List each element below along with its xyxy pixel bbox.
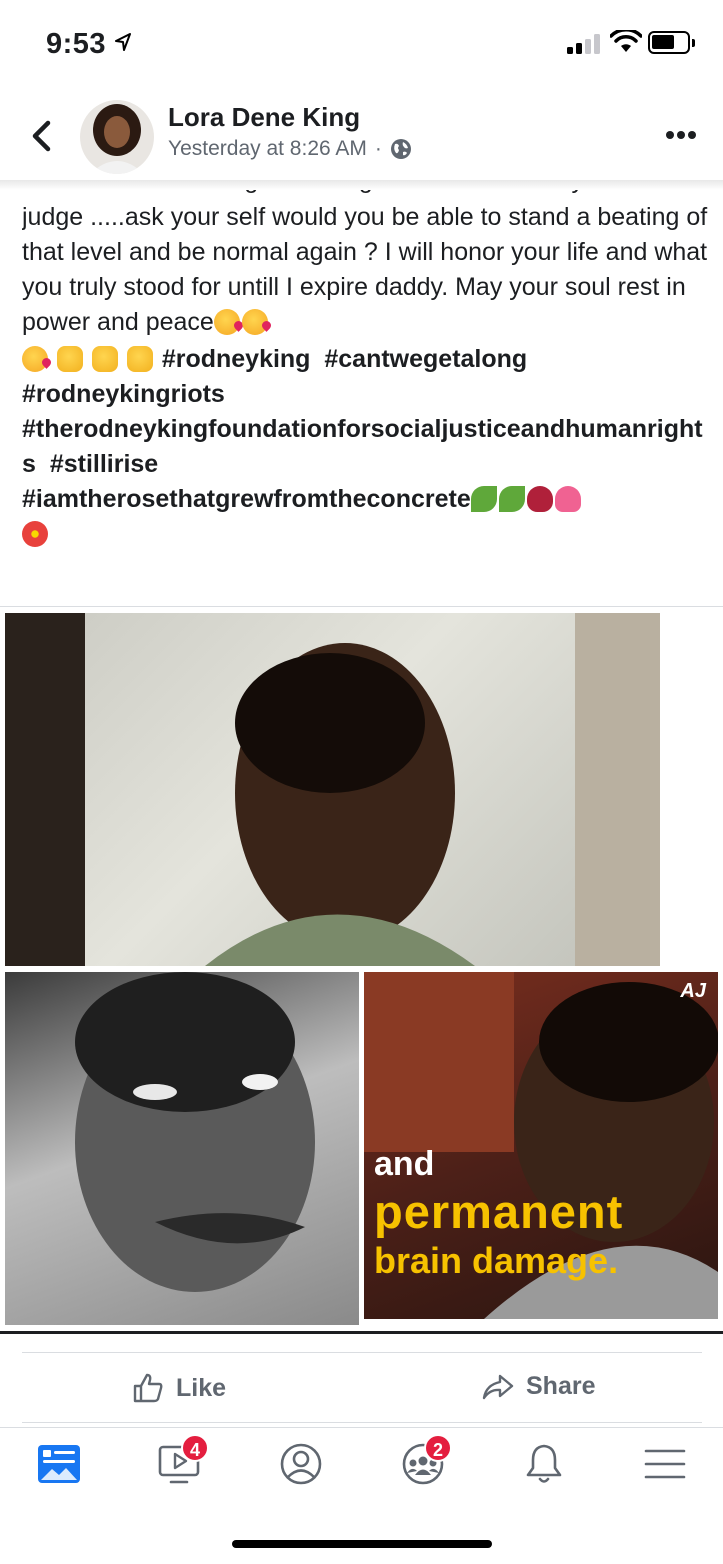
share-arrow-icon	[482, 1374, 514, 1399]
avatar[interactable]	[80, 100, 154, 174]
status-time: 9:53	[46, 28, 107, 60]
tab-notifications[interactable]	[521, 1442, 571, 1492]
raised-fist-emoji-icon	[91, 346, 118, 372]
header-shadow	[0, 180, 723, 190]
hashtag-link[interactable]: #rodneykingriots	[22, 380, 225, 408]
thumbs-up-icon	[133, 1373, 163, 1403]
kissing-face-emoji-icon	[241, 309, 268, 335]
post-header: Lora Dene King Yesterday at 8:26 AM ·	[0, 90, 723, 180]
tab-profile[interactable]	[278, 1442, 328, 1492]
seedling-emoji-icon	[498, 486, 525, 512]
wilted-rose-emoji-icon	[526, 486, 553, 512]
share-label: Share	[526, 1372, 596, 1400]
tulip-emoji-icon	[554, 486, 581, 512]
location-arrow-icon	[115, 33, 131, 51]
tab-news-feed[interactable]	[36, 1442, 86, 1492]
hashtag-link[interactable]: #rodneyking	[162, 345, 311, 373]
raised-fist-emoji-icon	[56, 346, 83, 372]
hashtag-line-3: #therodneykingfoundationforsocialjustice…	[22, 412, 712, 482]
tab-watch[interactable]: 4	[157, 1434, 209, 1492]
groups-badge: 2	[424, 1434, 452, 1462]
like-button[interactable]: Like	[132, 1372, 226, 1404]
back-chevron-icon[interactable]	[30, 120, 52, 152]
profile-icon	[280, 1443, 322, 1485]
news-feed-icon	[38, 1445, 80, 1483]
image-caption-and: and	[374, 1145, 435, 1183]
hibiscus-emoji-icon	[22, 521, 48, 547]
more-options-icon[interactable]	[665, 130, 697, 140]
hamburger-menu-icon	[644, 1449, 686, 1479]
image-caption-permanent: permanent	[374, 1185, 624, 1238]
bell-icon	[526, 1444, 562, 1483]
like-label: Like	[176, 1373, 227, 1402]
photo-top-drawing	[5, 613, 660, 966]
post-action-bar: Like Share	[0, 1350, 723, 1426]
post-photo-top[interactable]	[5, 613, 660, 966]
post-timestamp[interactable]: Yesterday at 8:26 AM ·	[168, 137, 412, 161]
raised-fist-emoji-icon	[126, 346, 153, 372]
hashtag-line-1: #rodneyking #cantwegetalong	[22, 342, 712, 377]
wifi-icon	[610, 30, 642, 52]
share-button[interactable]: Share	[482, 1372, 595, 1401]
hashtag-link[interactable]: #cantwegetalong	[324, 345, 527, 373]
post-paragraph: judge .....ask your self would you be ab…	[22, 200, 712, 340]
aj-logo: AJ	[680, 980, 706, 1002]
emoji-line	[22, 517, 712, 552]
cellular-signal-icon	[567, 34, 605, 54]
timestamp-text: Yesterday at 8:26 AM	[168, 137, 367, 160]
bottom-tab-bar: 4 2	[0, 1427, 723, 1507]
globe-icon	[390, 139, 411, 159]
tab-groups[interactable]: 2	[400, 1434, 452, 1492]
post-photo-bottom-right[interactable]: AJ and permanent brain damage.	[364, 972, 718, 1319]
tab-menu[interactable]	[642, 1442, 692, 1492]
kissing-face-emoji-icon	[213, 309, 240, 335]
hashtag-line-2: #rodneykingriots	[22, 377, 712, 412]
hashtag-link[interactable]: #iamtherosethatgrewfromtheconcrete	[22, 485, 471, 513]
hashtag-line-4: #iamtherosethatgrewfromtheconcrete	[22, 482, 712, 517]
action-bar-bottom-divider	[22, 1422, 702, 1423]
status-bar: 9:53	[0, 0, 723, 90]
watch-badge: 4	[181, 1434, 209, 1462]
herb-emoji-icon	[470, 486, 497, 512]
post-text-divider	[0, 606, 723, 607]
kissing-face-emoji-icon	[22, 346, 48, 372]
timestamp-separator: ·	[374, 137, 382, 160]
photo-left-drawing	[75, 972, 315, 1292]
image-caption-brain-damage: brain damage.	[374, 1240, 619, 1281]
hashtag-link[interactable]: #stillirise	[50, 450, 158, 478]
post-bottom-rule	[0, 1331, 723, 1334]
post-paragraph-text: judge .....ask your self would you be ab…	[22, 203, 708, 336]
post-photo-bottom-left[interactable]	[5, 972, 359, 1325]
author-name[interactable]: Lora Dene King	[168, 102, 360, 133]
battery-icon	[648, 31, 695, 54]
post-body: have lost him that night so I'm grateful…	[22, 184, 712, 594]
home-indicator[interactable]	[232, 1540, 492, 1548]
